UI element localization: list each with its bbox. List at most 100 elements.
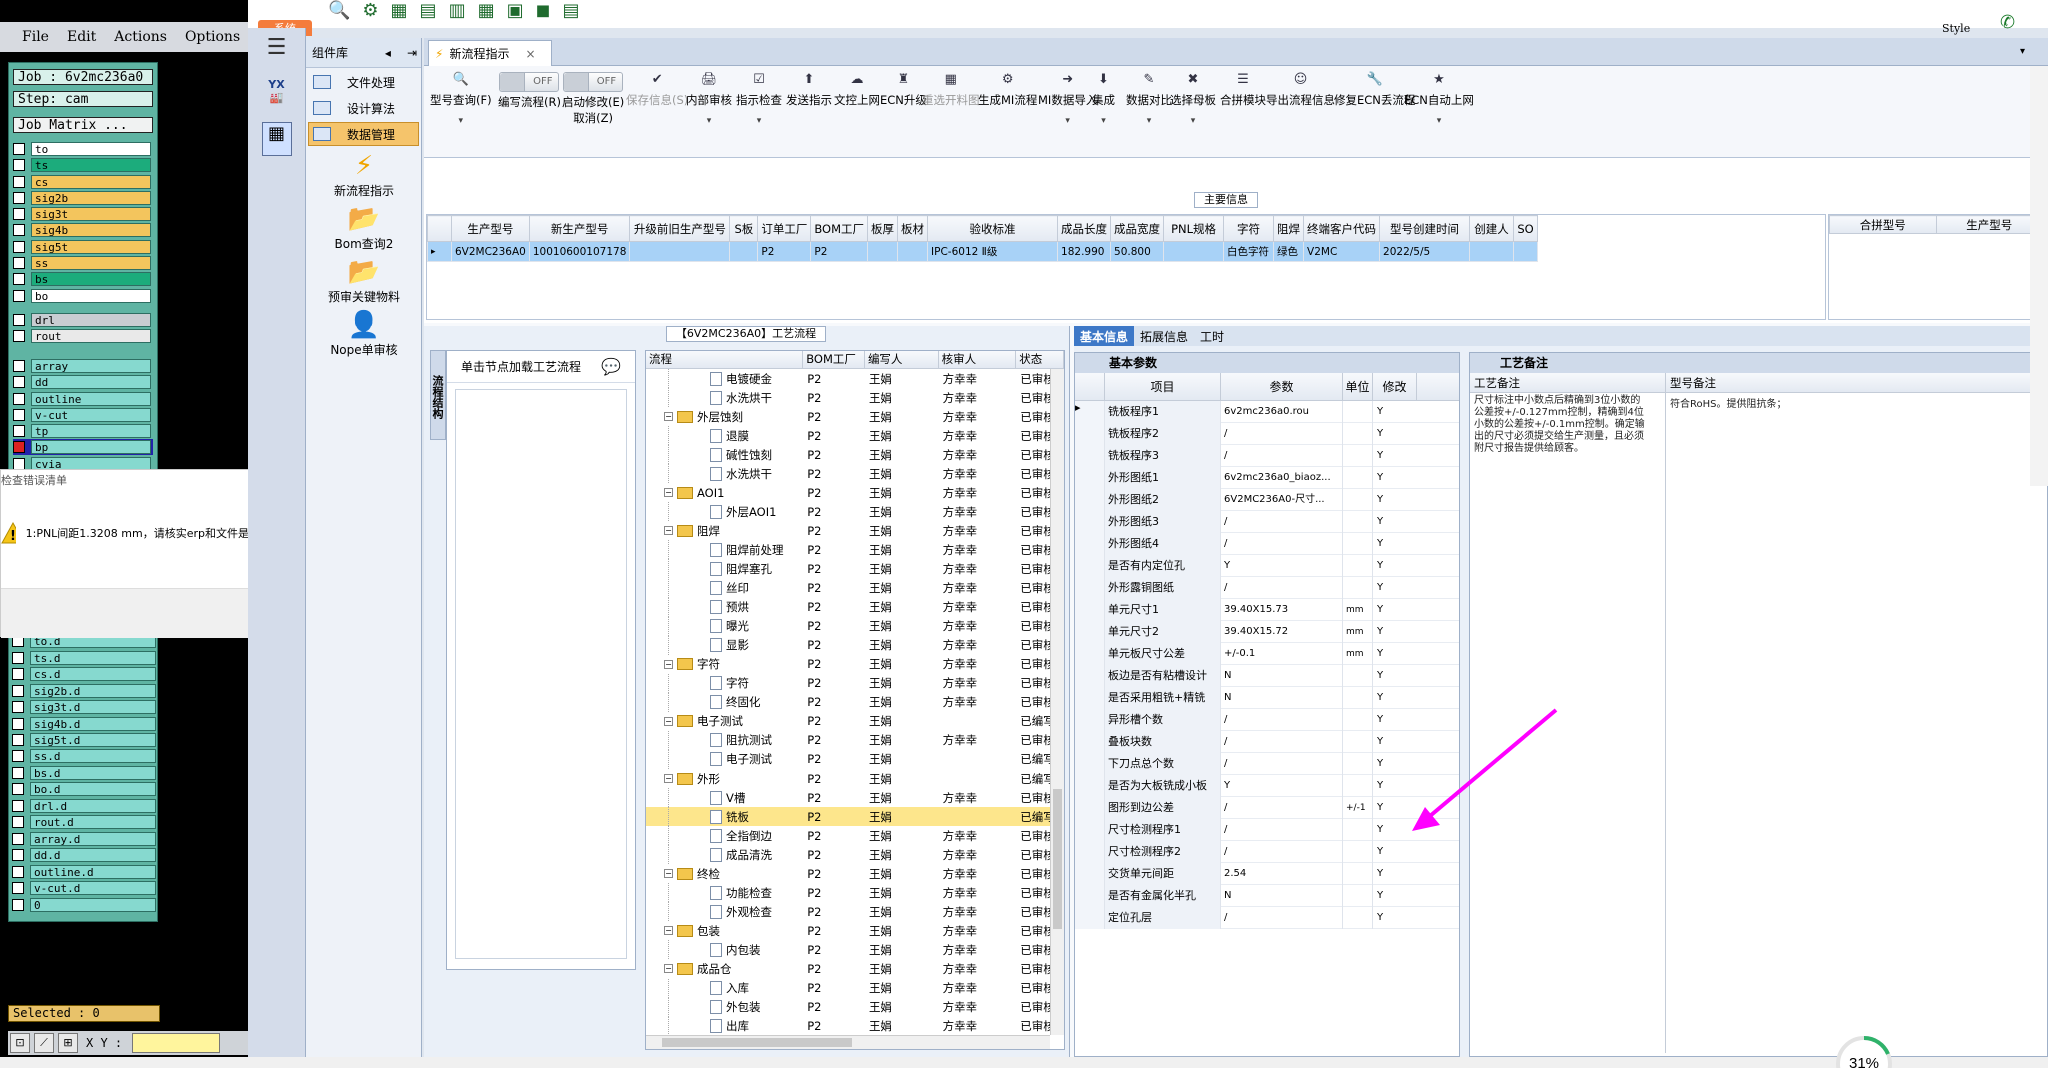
tree-hscrollbar[interactable] bbox=[646, 1035, 1050, 1049]
layer-checkbox[interactable] bbox=[13, 143, 25, 155]
column-header[interactable]: 终端客户代码 bbox=[1303, 215, 1381, 242]
layer-row[interactable]: sig3t.d bbox=[8, 699, 158, 715]
tree-column-header[interactable]: 核审人 bbox=[939, 351, 1017, 368]
layer-row[interactable]: sig4b bbox=[13, 222, 153, 238]
chevron-down-icon[interactable]: ▾ bbox=[2020, 46, 2025, 57]
layer-checkbox[interactable] bbox=[13, 359, 25, 372]
hamburger-icon[interactable]: ☰ bbox=[261, 37, 293, 60]
column-header[interactable]: 新生产型号 bbox=[528, 215, 631, 242]
ribbon-button-1[interactable]: OFF 编写流程(R) bbox=[498, 72, 561, 110]
layer-name[interactable]: sig2b.d bbox=[30, 683, 156, 698]
tree-row[interactable]: 水洗烘干 P2 王娟 方幸幸 已审核 bbox=[646, 464, 1064, 484]
tree-column-header[interactable]: 编写人 bbox=[865, 351, 939, 368]
layer-name[interactable]: sig3t bbox=[31, 207, 151, 222]
cam-menu-0[interactable]: File bbox=[22, 29, 49, 45]
layer-row[interactable]: bs.d bbox=[8, 765, 158, 781]
layer-row[interactable]: dd.d bbox=[8, 847, 158, 863]
layer-checkbox[interactable] bbox=[12, 799, 24, 812]
big-item-2[interactable]: 📂 预审关键物料 bbox=[306, 256, 422, 305]
layer-name[interactable]: sig5t.d bbox=[30, 733, 156, 747]
ribbon-button-13[interactable]: ✎ 数据对比 ▾ bbox=[1126, 72, 1172, 126]
ribbon-button-15[interactable]: ☰ 合拼模块 bbox=[1220, 72, 1266, 108]
ribbon-button-7[interactable]: ☁ 文控上网 bbox=[834, 72, 880, 108]
layer-row[interactable]: array.d bbox=[8, 831, 158, 847]
collapse-icon[interactable]: − bbox=[664, 412, 673, 422]
layer-row[interactable]: bo.d bbox=[8, 781, 158, 797]
layer-name[interactable]: cs bbox=[31, 174, 151, 189]
xy-input[interactable] bbox=[132, 1033, 221, 1053]
column-header[interactable]: SO bbox=[1513, 215, 1539, 242]
tree-row[interactable]: 铣板 P2 王娟 已编写 bbox=[646, 807, 1064, 827]
layer-checkbox[interactable] bbox=[13, 425, 25, 438]
ribbon-button-4[interactable]: 🖨 内部审核 ▾ bbox=[686, 72, 732, 126]
ribbon-button-14[interactable]: ✖ 选择母板 ▾ bbox=[1170, 72, 1216, 126]
ribbon-button-12[interactable]: ⬇ 集成 ▾ bbox=[1092, 72, 1115, 126]
layer-checkbox[interactable] bbox=[13, 457, 25, 470]
layer-checkbox[interactable] bbox=[13, 159, 25, 172]
collapse-icon[interactable]: − bbox=[664, 659, 673, 669]
layer-name[interactable]: ss.d bbox=[30, 749, 156, 764]
layer-checkbox[interactable] bbox=[13, 208, 25, 221]
layer-row[interactable]: ts.d bbox=[8, 649, 158, 665]
layer-row[interactable]: ts bbox=[13, 157, 153, 173]
layer-row[interactable]: sig5t bbox=[13, 239, 153, 255]
column-header[interactable]: 成品长度 bbox=[1057, 215, 1112, 242]
chevron-down-icon[interactable]: ▾ bbox=[1170, 116, 1216, 126]
layer-name[interactable]: dd bbox=[31, 375, 151, 390]
layer-name[interactable]: v-cut bbox=[31, 407, 151, 422]
layer-row[interactable]: v-cut bbox=[13, 407, 153, 423]
tree-row[interactable]: 曝光 P2 王娟 方幸幸 已审核 bbox=[646, 616, 1064, 636]
tree-row[interactable]: 入库 P2 王娟 方幸幸 已审核 bbox=[646, 978, 1064, 998]
tree-row[interactable]: 阻焊塞孔 P2 王娟 方幸幸 已审核 bbox=[646, 559, 1064, 579]
column-header[interactable]: 生产型号 bbox=[1935, 215, 2043, 234]
collapse-icon[interactable]: − bbox=[664, 716, 673, 726]
layer-row[interactable]: 0 bbox=[8, 897, 158, 913]
tree-row[interactable]: V槽 P2 王娟 方幸幸 已审核 bbox=[646, 788, 1064, 808]
layer-checkbox[interactable] bbox=[12, 717, 24, 730]
layer-checkbox[interactable] bbox=[13, 408, 25, 421]
phone-icon[interactable]: ✆ bbox=[2000, 12, 2015, 33]
layer-checkbox[interactable] bbox=[12, 832, 24, 845]
layer-row[interactable]: sig4b.d bbox=[8, 715, 158, 731]
layer-checkbox[interactable] bbox=[12, 882, 24, 895]
column-header[interactable]: 创建人 bbox=[1469, 215, 1515, 242]
layer-checkbox[interactable] bbox=[12, 865, 24, 878]
tree-scrollbar[interactable] bbox=[1050, 369, 1064, 1035]
chevron-down-icon[interactable]: ▾ bbox=[1092, 116, 1115, 126]
layer-row[interactable]: sig2b bbox=[13, 190, 153, 206]
layer-name[interactable]: rout bbox=[31, 328, 151, 343]
ribbon-button-16[interactable]: ☺ 导出流程信息 bbox=[1266, 72, 1335, 108]
layer-name[interactable]: 0 bbox=[30, 897, 156, 912]
layer-row[interactable]: sig2b.d bbox=[8, 682, 158, 698]
layer-checkbox[interactable] bbox=[12, 734, 24, 746]
chevron-down-icon[interactable]: ▾ bbox=[1038, 116, 1097, 126]
layer-checkbox[interactable] bbox=[12, 651, 24, 664]
tree-row[interactable]: 终固化 P2 王娟 方幸幸 已审核 bbox=[646, 692, 1064, 712]
tree-row[interactable]: 外层AOI1 P2 王娟 方幸幸 已审核 bbox=[646, 502, 1064, 522]
layer-name[interactable]: ss bbox=[31, 256, 151, 271]
tree-row[interactable]: − 外层蚀刻 P2 王娟 方幸幸 已审核 bbox=[646, 407, 1064, 426]
layer-row[interactable]: outline bbox=[13, 391, 153, 407]
layer-row[interactable]: ss bbox=[13, 255, 153, 271]
toggle-switch[interactable]: OFF bbox=[499, 72, 560, 92]
ribbon-button-5[interactable]: ☑ 指示检查 ▾ bbox=[736, 72, 782, 126]
tree-column-header[interactable]: 流程 bbox=[646, 351, 804, 368]
ribbon-button-2[interactable]: OFF 启动修改(E) 取消(Z) bbox=[562, 72, 624, 126]
layer-name[interactable]: outline bbox=[31, 391, 151, 406]
tree-row[interactable]: 外观检查 P2 王娟 方幸幸 已审核 bbox=[646, 902, 1064, 922]
layer-checkbox[interactable] bbox=[12, 668, 24, 681]
component-item-0[interactable]: 文件处理 bbox=[308, 70, 419, 94]
tree-row[interactable]: 出库 P2 王娟 方幸幸 已审核 bbox=[646, 1016, 1064, 1036]
quick-toolbar-icons[interactable]: 🔍⚙▦▤▥▦▣◼▤ bbox=[328, 0, 592, 21]
tree-row[interactable]: 阻抗测试 P2 王娟 方幸幸 已审核 bbox=[646, 730, 1064, 750]
ribbon-button-6[interactable]: ⬆ 发送指示 bbox=[786, 72, 832, 108]
layer-row[interactable]: v-cut.d bbox=[8, 880, 158, 896]
column-header[interactable]: 升级前旧生产型号 bbox=[629, 215, 731, 242]
layer-row[interactable]: array bbox=[13, 358, 153, 374]
tree-row[interactable]: 全指倒边 P2 王娟 方幸幸 已审核 bbox=[646, 826, 1064, 846]
layer-name[interactable]: array bbox=[31, 358, 151, 373]
column-header[interactable]: 验收标准 bbox=[927, 215, 1059, 242]
ribbon-button-18[interactable]: ★ ECN自动上网 ▾ bbox=[1404, 72, 1474, 126]
ribbon-button-8[interactable]: ♜ ECN升级 bbox=[880, 72, 927, 108]
layer-row[interactable]: dd bbox=[13, 374, 153, 390]
